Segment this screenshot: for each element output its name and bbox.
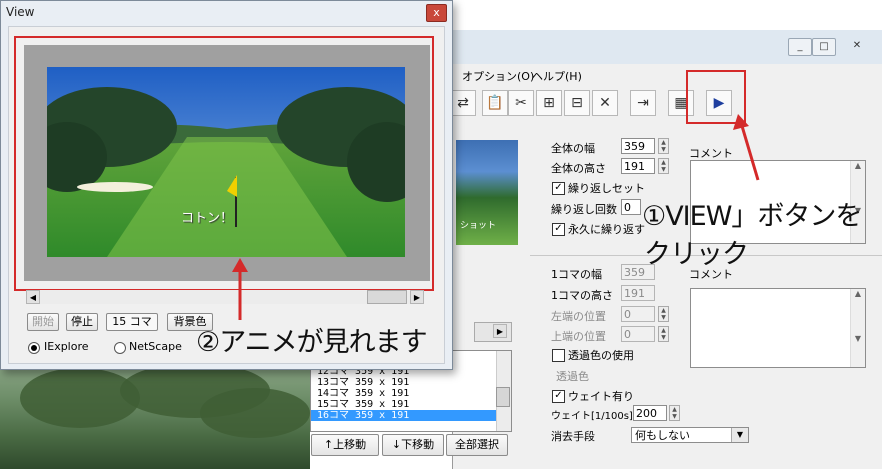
- arrow-step1: [740, 125, 760, 181]
- annotation-step1-line1: ①VIEW」ボタンを: [642, 201, 862, 232]
- annotation-step1-line2: クリック: [644, 239, 749, 270]
- arrow-head-step1: [733, 114, 749, 130]
- annotation-step2: ②アニメが見れます: [196, 327, 428, 358]
- arrow-head-step2: [232, 258, 248, 272]
- annotation-arrows: [232, 114, 760, 320]
